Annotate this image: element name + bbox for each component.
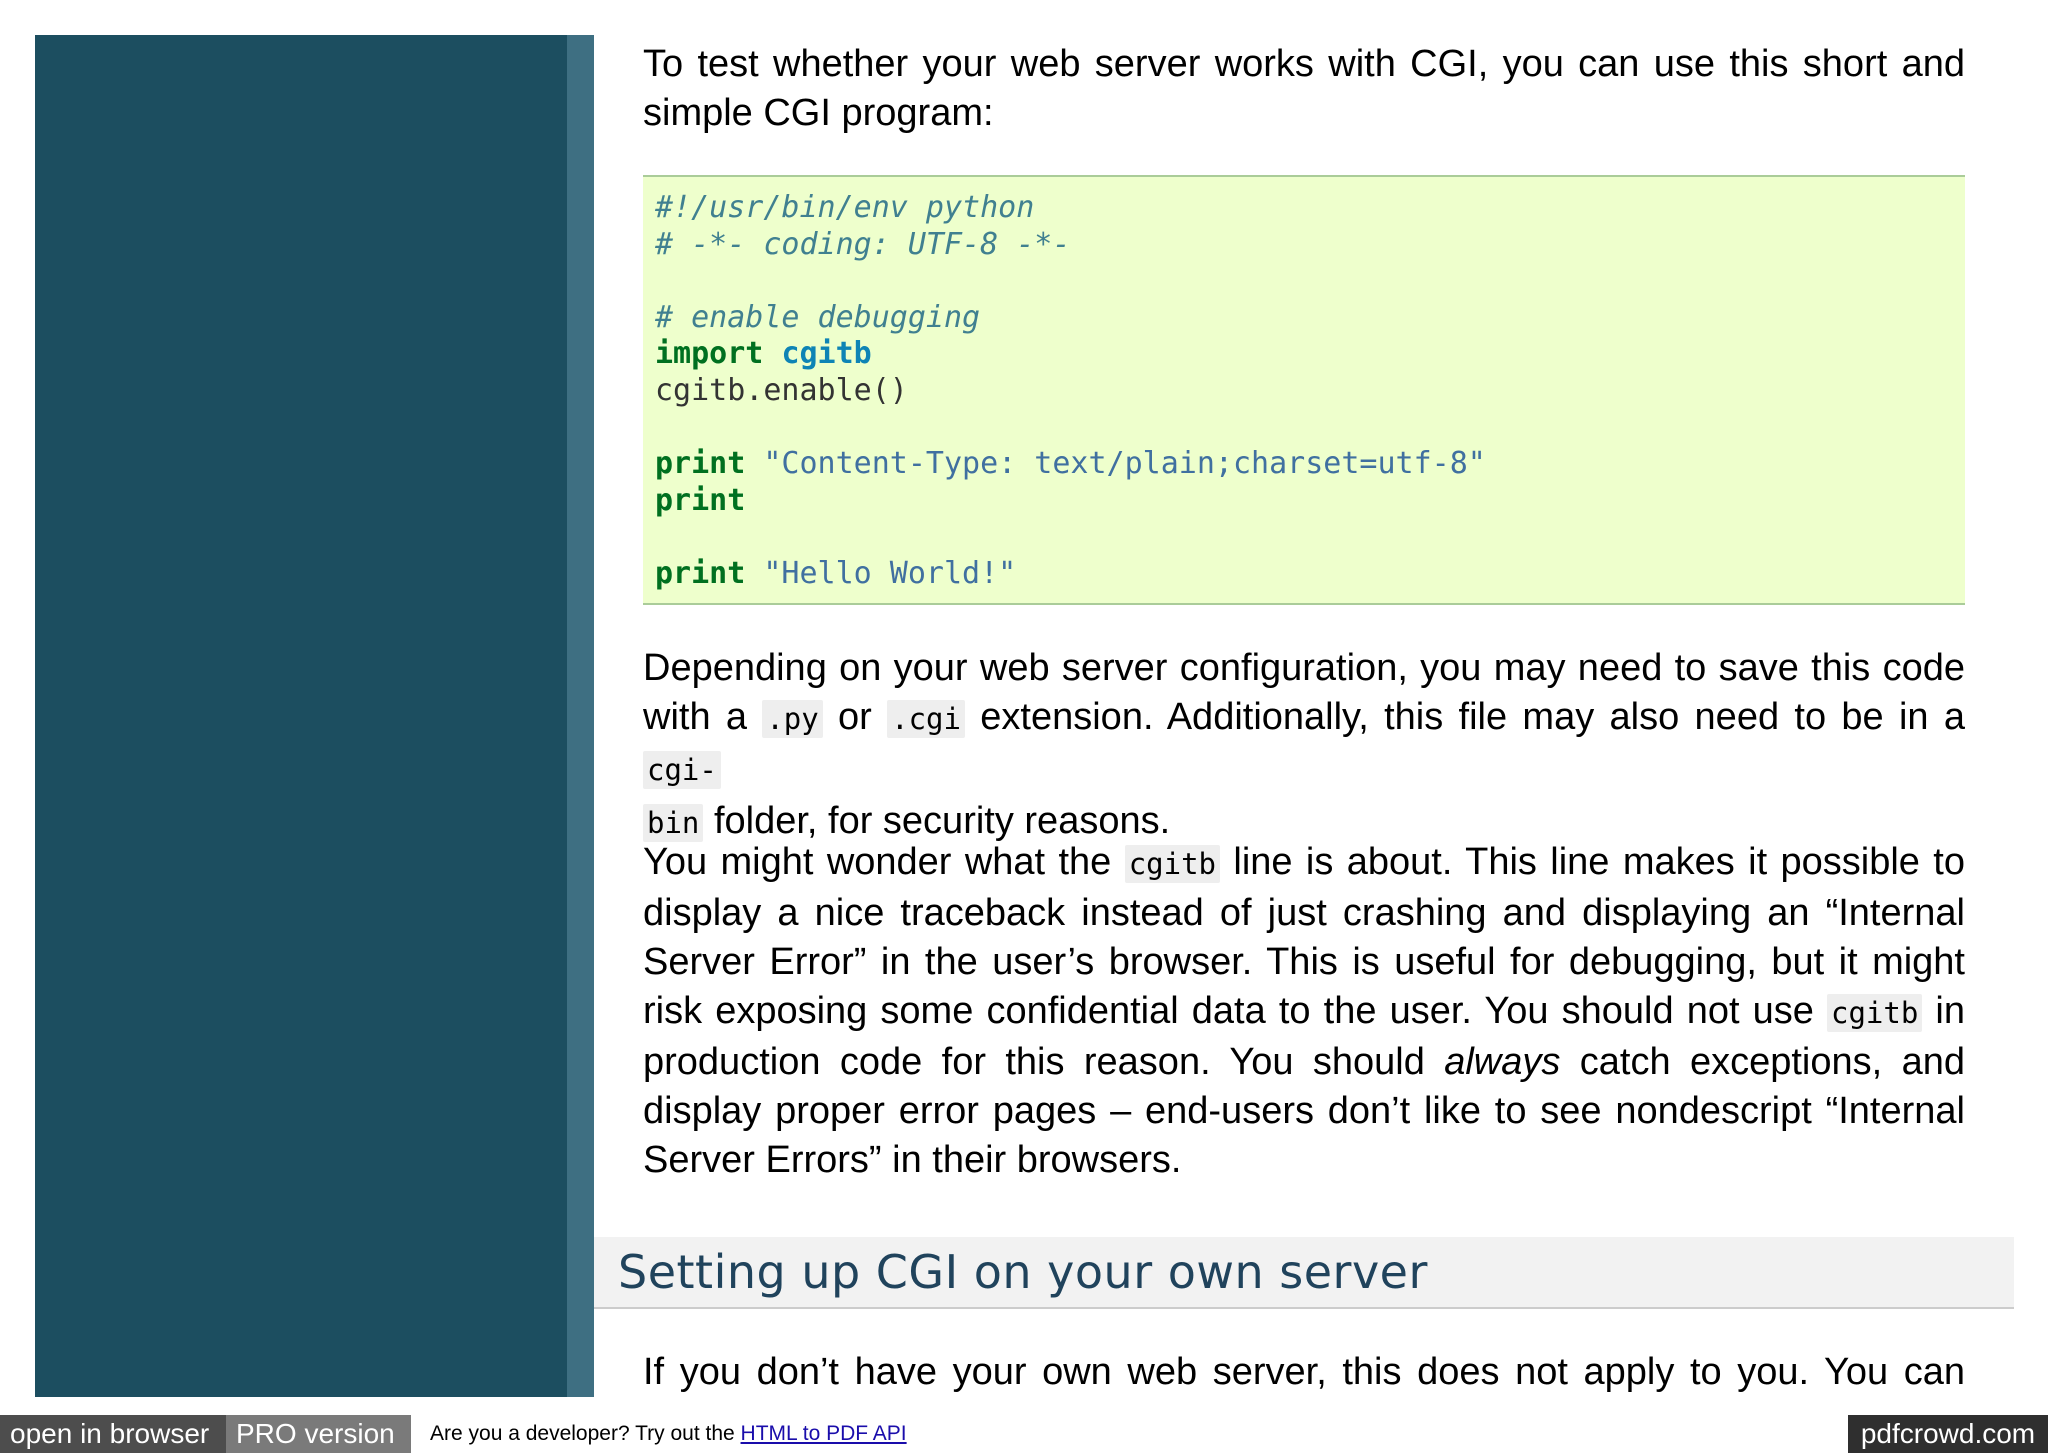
ifyou-paragraph: If you don’t have your own web server, t… (643, 1351, 1965, 1393)
inline-code-cgitb: cgitb (1124, 845, 1221, 883)
sidebar-panel (35, 35, 567, 1397)
pdfcrowd-brand-link[interactable]: pdfcrowd.com (1848, 1415, 2048, 1453)
depend-text-4: folder, for security reasons. (703, 800, 1171, 842)
emphasis-always: always (1444, 1041, 1561, 1083)
wonder-text-1: You might wonder what the (643, 841, 1125, 883)
code-import-module: cgitb (781, 336, 872, 372)
code-shebang: #!/usr/bin/env python (655, 190, 1035, 225)
html-to-pdf-api-link[interactable]: HTML to PDF API (741, 1422, 907, 1445)
inline-code-cgi: .cgi (887, 700, 965, 738)
depend-text-2: or (822, 696, 888, 738)
developer-promo: Are you a developer? Try out the HTML to… (430, 1415, 907, 1453)
open-in-browser-button[interactable]: open in browser (0, 1415, 226, 1453)
wonder-paragraph: You might wonder what the cgitb line is … (643, 838, 1965, 1185)
code-debug-comment: # enable debugging (655, 299, 981, 335)
depend-text-3: extension. Additionally, this file may a… (964, 696, 1965, 738)
intro-paragraph: To test whether your web server works wi… (643, 43, 1965, 134)
code-hello-string: "Hello World!" (763, 555, 1017, 591)
inline-code-cgitb: cgitb (1827, 994, 1923, 1032)
code-print-keyword: print (655, 446, 746, 482)
inline-code-cgi-bin-b: bin (643, 804, 704, 842)
inline-code-cgi-bin-a: cgi- (643, 751, 721, 789)
pdf-footer-bar: open in browser PRO version Are you a de… (0, 1415, 2048, 1453)
code-content-type-string: "Content-Type: text/plain;charset=utf-8" (763, 446, 1486, 482)
section-header: Setting up CGI on your own server (594, 1237, 2014, 1309)
code-print-keyword: print (655, 482, 746, 518)
code-block: #!/usr/bin/env python # -*- coding: UTF-… (643, 175, 1965, 605)
section-title: Setting up CGI on your own server (618, 1245, 1428, 1299)
pro-version-button[interactable]: PRO version (226, 1415, 411, 1453)
developer-promo-text: Are you a developer? Try out the (430, 1422, 741, 1445)
code-print-keyword: print (655, 555, 746, 591)
code-enable-call: cgitb.enable() (655, 372, 908, 408)
sidebar-edge (567, 35, 594, 1397)
code-import-keyword: import (655, 336, 764, 372)
inline-code-py: .py (762, 700, 823, 738)
code-coding-comment: # -*- coding: UTF-8 -*- (655, 226, 1071, 262)
depend-paragraph: Depending on your web server configurati… (643, 644, 1965, 850)
